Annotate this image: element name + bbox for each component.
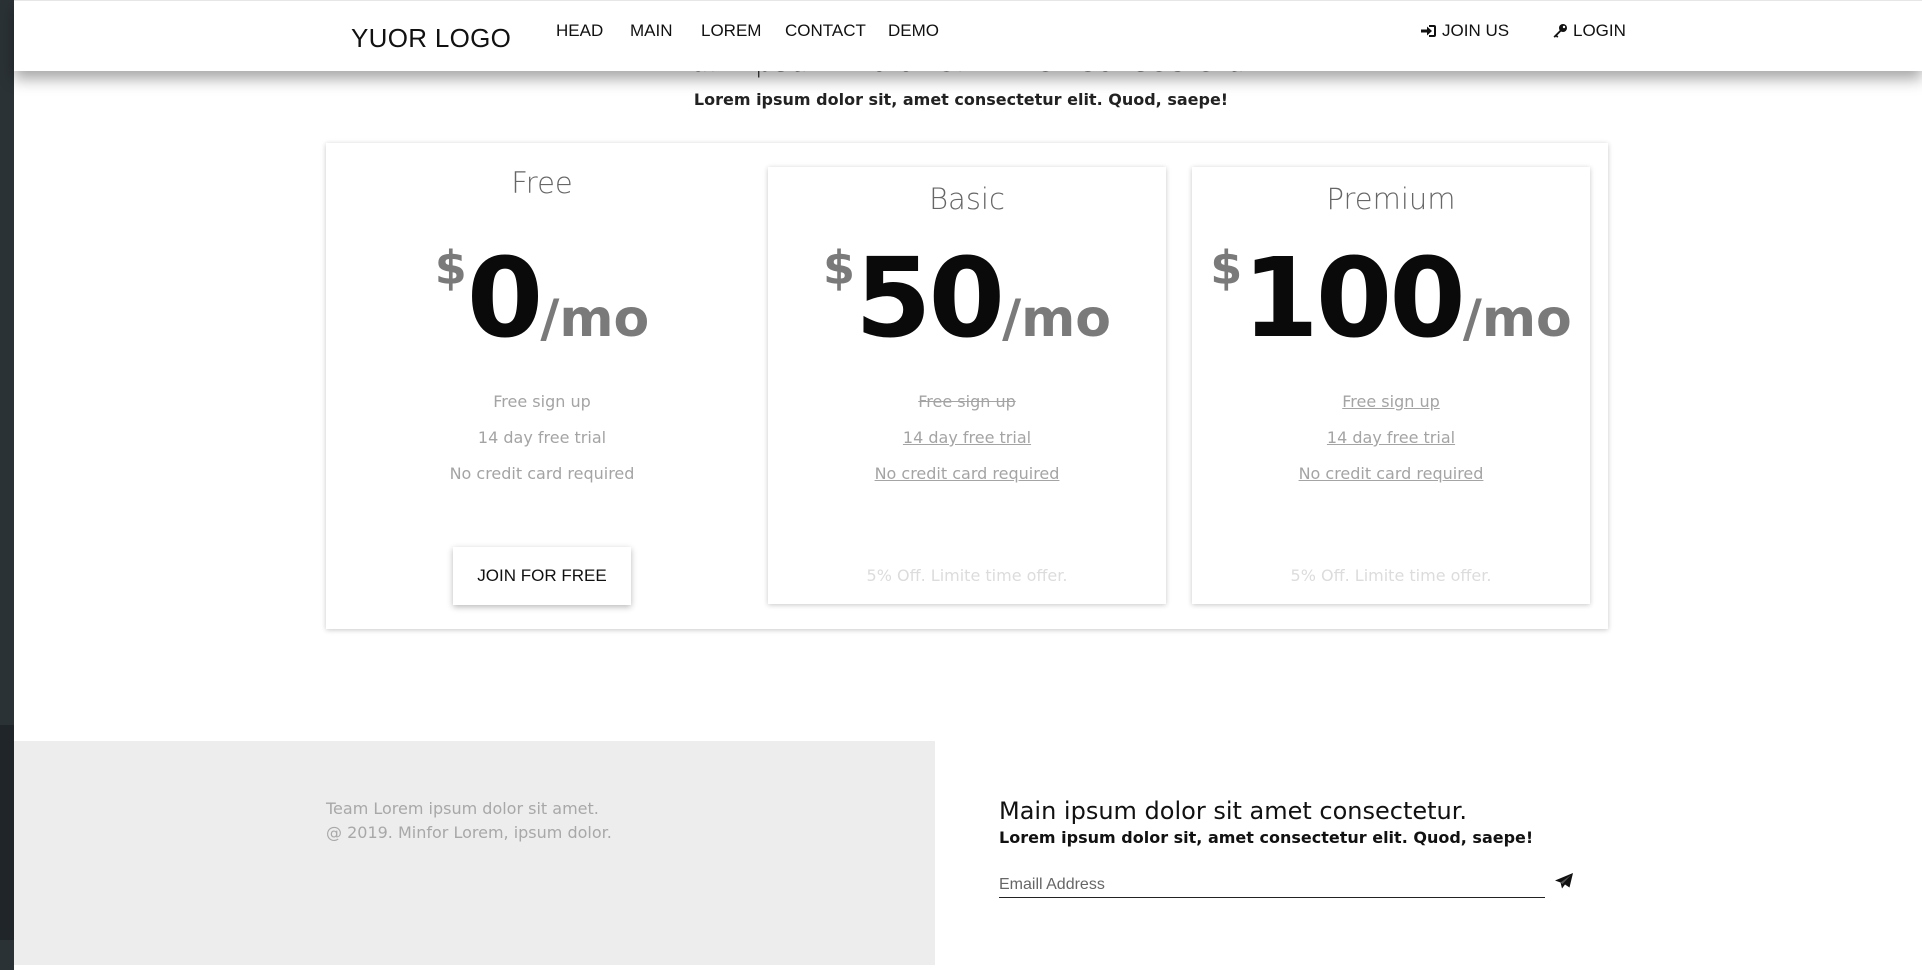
feature-item: No credit card required [874, 464, 1060, 483]
price-period: /mo [1462, 289, 1572, 349]
price-period: /mo [540, 289, 650, 349]
offer-text: 5% Off. Limite time offer. [1290, 566, 1492, 585]
plan-name: Free [511, 166, 573, 200]
key-icon [1552, 23, 1568, 39]
login-link[interactable]: LOGIN [1552, 21, 1626, 41]
footer-info-panel [14, 741, 935, 965]
left-edge-strip [0, 0, 14, 970]
price-amount: 100 [1242, 234, 1466, 362]
paper-plane-icon[interactable] [1554, 872, 1578, 894]
currency-symbol: $ [1210, 241, 1243, 295]
footer-team-text: Team Lorem ipsum dolor sit amet. [326, 799, 599, 818]
logo[interactable]: YUOR LOGO [351, 23, 511, 54]
plan-price: $50/mo [768, 241, 1166, 353]
email-field[interactable] [999, 873, 1545, 898]
login-label: LOGIN [1573, 21, 1626, 40]
plan-name: Premium [1326, 182, 1456, 216]
plan-price: $100/mo [1192, 241, 1590, 353]
feature-item: Free sign up [1342, 392, 1440, 411]
nav-link-main[interactable]: MAIN [630, 21, 673, 41]
join-us-label: JOIN US [1442, 21, 1510, 40]
top-navbar: YUOR LOGO HEAD MAIN LOREM CONTACT DEMO J… [14, 0, 1922, 71]
plan-name: Basic [929, 182, 1005, 216]
feature-item: 14 day free trial [477, 428, 607, 447]
price-amount: 0 [466, 234, 544, 362]
left-edge-band [0, 725, 14, 940]
pricing-card-basic: Basic $50/mo Free sign up 14 day free tr… [768, 167, 1166, 604]
feature-item: 14 day free trial [1326, 428, 1456, 447]
join-for-free-button[interactable]: JOIN FOR FREE [453, 547, 631, 605]
page-bottom-edge [14, 965, 1922, 970]
join-us-link[interactable]: JOIN US [1420, 21, 1509, 41]
footer-copyright: @ 2019. Minfor Lorem, ipsum dolor. [326, 823, 612, 842]
nav-link-head[interactable]: HEAD [556, 21, 603, 41]
section-subheading: Lorem ipsum dolor sit, amet consectetur … [693, 90, 1229, 109]
currency-symbol: $ [434, 241, 467, 295]
sign-in-icon [1420, 23, 1437, 39]
currency-symbol: $ [823, 241, 856, 295]
feature-item: No credit card required [449, 464, 635, 483]
feature-item: Free sign up [918, 392, 1016, 411]
newsletter-subtitle: Lorem ipsum dolor sit, amet consectetur … [999, 828, 1534, 847]
offer-text: 5% Off. Limite time offer. [866, 566, 1068, 585]
feature-item: No credit card required [1298, 464, 1484, 483]
feature-item: 14 day free trial [902, 428, 1032, 447]
price-amount: 50 [855, 234, 1005, 362]
plan-price: $0/mo [326, 241, 758, 353]
nav-link-demo[interactable]: DEMO [888, 21, 939, 41]
newsletter-title: Main ipsum dolor sit amet consectetur. [999, 797, 1468, 825]
pricing-card-premium: Premium $100/mo Free sign up 14 day free… [1192, 167, 1590, 604]
nav-link-lorem[interactable]: LOREM [701, 21, 761, 41]
feature-item: Free sign up [493, 392, 591, 411]
price-period: /mo [1002, 289, 1111, 349]
nav-link-contact[interactable]: CONTACT [785, 21, 866, 41]
